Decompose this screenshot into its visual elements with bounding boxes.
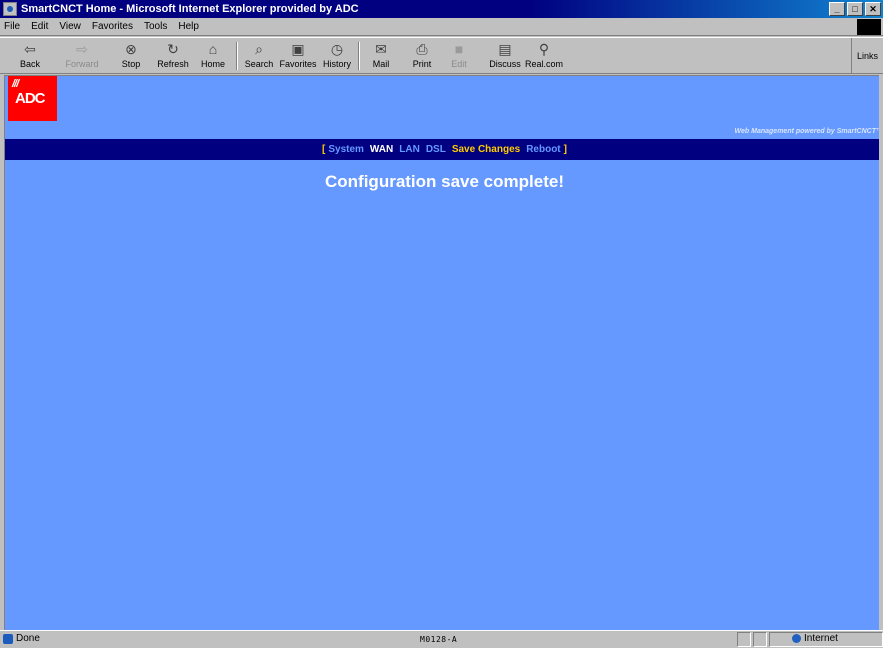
browser-window: SmartCNCT Home - Microsoft Internet Expl… [0,0,883,648]
history-button[interactable]: ◷ History [322,38,352,74]
menu-edit[interactable]: Edit [31,21,48,32]
internet-globe-icon [792,634,801,643]
logo-slashes: /// [12,78,19,90]
search-label: Search [244,59,274,69]
nav-close-bracket: ] [563,144,567,155]
window-edge [879,75,883,630]
status-pane [737,632,751,647]
menu-bar: File Edit View Favorites Tools Help [0,18,883,36]
window-title: SmartCNCT Home - Microsoft Internet Expl… [21,3,359,15]
toolbar-separator [358,42,360,70]
status-bar: Done M0128-A Internet [0,630,883,648]
discuss-icon: ▤ [498,41,512,57]
page-content: /// ADC Web Management powered by SmartC… [4,75,883,630]
adc-logo: /// ADC [8,76,57,121]
nav-wan[interactable]: WAN [370,144,393,155]
page-icon [3,633,13,644]
menu-tools[interactable]: Tools [144,21,167,32]
status-text-area: Done [3,633,40,644]
refresh-label: Refresh [157,59,189,69]
discuss-button[interactable]: ▤ Discuss [486,38,524,74]
nav-lan[interactable]: LAN [399,144,420,155]
favorites-label: Favorites [279,59,317,69]
title-bar: SmartCNCT Home - Microsoft Internet Expl… [0,0,883,18]
menu-favorites[interactable]: Favorites [92,21,133,32]
edit-icon: ■ [454,41,464,57]
realcom-button[interactable]: ⚲ Real.com [524,38,564,74]
forward-arrow-icon: ⇨ [76,41,88,57]
zone-label: Internet [804,633,838,644]
nav-system[interactable]: System [328,144,364,155]
nav-reboot[interactable]: Reboot [526,144,560,155]
history-label: History [322,59,351,69]
stop-button[interactable]: ⊗ Stop [116,38,146,74]
refresh-icon: ↻ [167,41,179,57]
favorites-icon: ▣ [291,41,305,57]
status-pane [753,632,767,647]
status-text: Done [16,633,40,644]
nav-save-changes[interactable]: Save Changes [452,144,520,155]
menu-file[interactable]: File [4,21,20,32]
mail-label: Mail [372,59,390,69]
nav-dsl[interactable]: DSL [426,144,446,155]
close-button[interactable]: ✕ [865,2,881,16]
back-label: Back [19,59,40,69]
toolbar-separator [236,42,238,70]
maximize-button[interactable]: □ [847,2,863,16]
mail-button[interactable]: ✉ Mail [366,38,396,74]
home-button[interactable]: ⌂ Home [196,38,230,74]
toolbar: ⇦ Back ⇨ Forward ⊗ Stop ↻ Refresh ⌂ Home… [0,37,883,74]
stop-icon: ⊗ [125,41,137,57]
windows-logo-icon [857,19,881,35]
print-button[interactable]: ⎙ Print [408,38,436,74]
printer-icon: ⎙ [416,41,428,57]
search-button[interactable]: ⌕ Search [242,38,276,74]
security-zone: Internet [792,633,838,644]
back-button[interactable]: ⇦ Back [12,38,48,74]
history-icon: ◷ [330,41,344,57]
stop-label: Stop [121,59,141,69]
realcom-label: Real.com [524,59,563,69]
powered-by-text: Web Management powered by SmartCNCT™ [734,128,883,135]
mail-icon: ✉ [375,41,387,57]
discuss-label: Discuss [489,59,521,69]
realcom-icon: ⚲ [538,41,550,57]
forward-button[interactable]: ⇨ Forward [60,38,104,74]
print-label: Print [412,59,432,69]
back-arrow-icon: ⇦ [24,41,36,57]
status-message: Configuration save complete! [325,172,564,191]
favorites-button[interactable]: ▣ Favorites [278,38,318,74]
nav-bar: [ System WAN LAN DSL Save Changes Reboot… [5,139,883,160]
refresh-button[interactable]: ↻ Refresh [154,38,192,74]
nav-open-bracket: [ [322,144,326,155]
window-controls: _ □ ✕ [829,2,881,16]
edit-button[interactable]: ■ Edit [446,38,472,74]
model-code: M0128-A [420,635,458,644]
home-label: Home [200,59,225,69]
links-button[interactable]: Links [851,38,883,74]
menu-view[interactable]: View [59,21,81,32]
search-icon: ⌕ [255,41,263,57]
home-icon: ⌂ [208,41,218,57]
ie-icon [3,2,17,16]
forward-label: Forward [65,59,99,69]
minimize-button[interactable]: _ [829,2,845,16]
menu-help[interactable]: Help [178,21,199,32]
edit-label: Edit [451,59,467,69]
logo-text: ADC [15,90,45,107]
